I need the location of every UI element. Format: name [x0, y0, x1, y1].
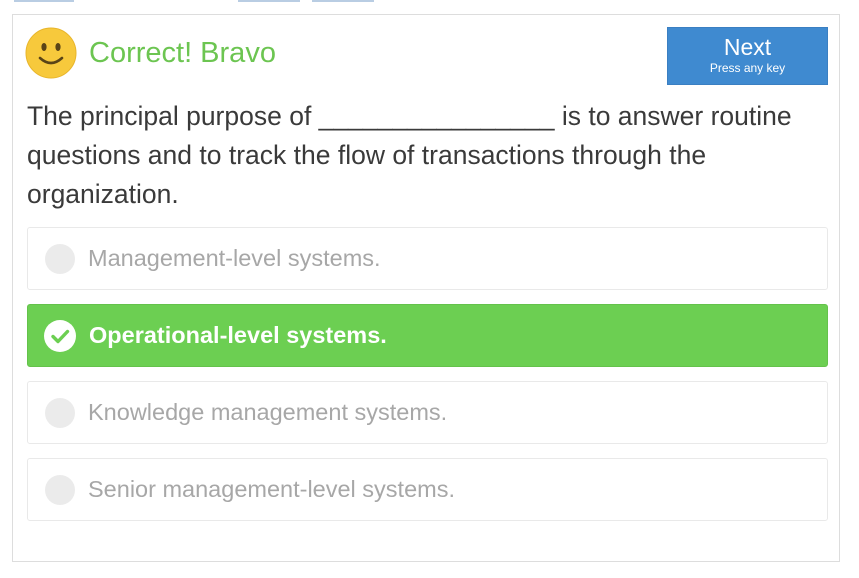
answer-options: Management-level systems. Operational-le…: [27, 227, 828, 535]
answer-option-correct[interactable]: Operational-level systems.: [27, 304, 828, 367]
answer-option-label: Knowledge management systems.: [88, 399, 448, 425]
question-text: The principal purpose of _______________…: [27, 101, 792, 209]
top-tab-indicator: [312, 0, 374, 2]
answer-option[interactable]: Management-level systems.: [27, 227, 828, 290]
next-button-hint: Press any key: [709, 61, 786, 75]
feedback-banner: Correct! Bravo: [25, 27, 276, 79]
radio-circle-icon: [45, 474, 75, 505]
feedback-message: Correct! Bravo: [89, 36, 276, 69]
answer-option-label: Operational-level systems.: [89, 322, 387, 348]
smiley-icon: [25, 27, 77, 79]
answer-option[interactable]: Knowledge management systems.: [27, 381, 828, 444]
next-button[interactable]: Next Press any key: [667, 27, 828, 85]
answer-option-label: Management-level systems.: [88, 245, 381, 271]
answer-option[interactable]: Senior management-level systems.: [27, 458, 828, 521]
top-tab-strip: [0, 0, 859, 4]
quiz-card: Correct! Bravo Next Press any key The pr…: [12, 14, 840, 562]
radio-circle-icon: [45, 243, 75, 274]
radio-circle-icon: [45, 397, 75, 428]
top-tab-indicator: [238, 0, 300, 2]
next-button-label: Next: [723, 34, 772, 60]
top-tab-indicator: [14, 0, 74, 2]
checkmark-circle-icon: [44, 319, 76, 352]
answer-option-label: Senior management-level systems.: [88, 476, 456, 502]
